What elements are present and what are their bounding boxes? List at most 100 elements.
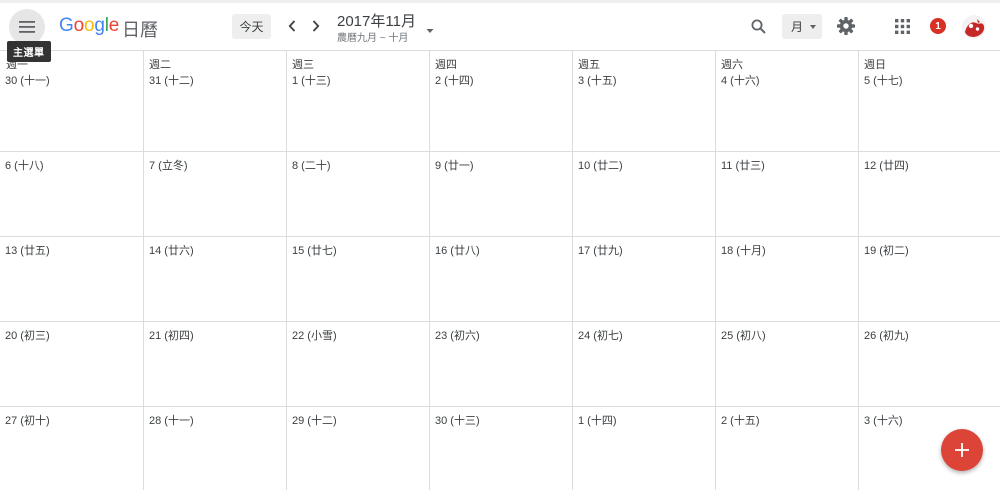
day-number[interactable]: 13 (廿五) [5, 242, 50, 258]
day-number[interactable]: 29 (十二) [292, 412, 337, 428]
day-cell[interactable]: 2 (十五) [715, 406, 858, 490]
day-cell[interactable]: 18 (十月) [715, 236, 858, 321]
day-cell[interactable]: 19 (初二) [858, 236, 1000, 321]
day-cell[interactable]: 17 (廿九) [572, 236, 715, 321]
weekday-header: 週五 [578, 59, 600, 71]
day-number[interactable]: 5 (十七) [864, 72, 903, 88]
logo-letter: G [59, 15, 74, 36]
day-cell[interactable]: 週一 30 (十一) [0, 51, 143, 151]
day-number[interactable]: 10 (廿二) [578, 157, 623, 173]
day-number[interactable]: 15 (廿七) [292, 242, 337, 258]
weekday-header: 週二 [149, 59, 171, 71]
day-number[interactable]: 14 (廿六) [149, 242, 194, 258]
day-cell[interactable]: 6 (十八) [0, 151, 143, 236]
day-number[interactable]: 18 (十月) [721, 242, 766, 258]
day-cell[interactable]: 15 (廿七) [286, 236, 429, 321]
day-number[interactable]: 22 (小雪) [292, 327, 337, 343]
day-cell[interactable]: 30 (十三) [429, 406, 572, 490]
day-cell[interactable]: 週六 4 (十六) [715, 51, 858, 151]
day-number[interactable]: 30 (十一) [5, 72, 50, 88]
avatar-image [962, 15, 986, 39]
logo-letter: o [73, 15, 85, 36]
day-number[interactable]: 7 (立冬) [149, 157, 188, 173]
view-selector[interactable]: 月 [782, 14, 822, 39]
account-avatar[interactable] [962, 15, 986, 39]
day-number[interactable]: 16 (廿八) [435, 242, 480, 258]
day-cell[interactable]: 13 (廿五) [0, 236, 143, 321]
create-event-button[interactable] [941, 429, 983, 471]
day-number[interactable]: 2 (十五) [721, 412, 760, 428]
day-cell[interactable]: 週四 2 (十四) [429, 51, 572, 151]
day-number[interactable]: 23 (初六) [435, 327, 480, 343]
day-cell[interactable]: 20 (初三) [0, 321, 143, 406]
gear-icon [837, 17, 855, 35]
day-number[interactable]: 11 (廿三) [721, 157, 765, 173]
day-number[interactable]: 17 (廿九) [578, 242, 623, 258]
today-button[interactable]: 今天 [232, 14, 271, 39]
menu-tooltip: 主選單 [7, 41, 51, 62]
day-cell[interactable]: 週三 1 (十三) [286, 51, 429, 151]
app-header: Google 日曆 今天 2017年11月 農曆九月 ~ 十月 月 1 [0, 3, 1000, 50]
search-button[interactable] [747, 15, 769, 37]
day-cell[interactable]: 26 (初九) [858, 321, 1000, 406]
day-cell[interactable]: 25 (初八) [715, 321, 858, 406]
day-cell[interactable]: 16 (廿八) [429, 236, 572, 321]
hamburger-menu-icon [19, 21, 35, 33]
logo-letter: g [94, 15, 105, 36]
day-cell[interactable]: 8 (二十) [286, 151, 429, 236]
day-cell[interactable]: 28 (十一) [143, 406, 286, 490]
day-number[interactable]: 27 (初十) [5, 412, 50, 428]
caret-down-icon [810, 25, 816, 29]
day-cell[interactable]: 24 (初七) [572, 321, 715, 406]
day-number[interactable]: 1 (十四) [578, 412, 617, 428]
weekday-header: 週四 [435, 59, 457, 71]
day-number[interactable]: 3 (十五) [578, 72, 617, 88]
day-number[interactable]: 6 (十八) [5, 157, 44, 173]
day-cell[interactable]: 週五 3 (十五) [572, 51, 715, 151]
main-menu-button[interactable] [9, 9, 45, 45]
day-cell[interactable]: 22 (小雪) [286, 321, 429, 406]
month-grid: 週一 30 (十一) 週二 31 (十二) 週三 1 (十三) 週四 2 (十四) 週五 3 (十… [0, 50, 1000, 490]
day-number[interactable]: 25 (初八) [721, 327, 766, 343]
day-number[interactable]: 20 (初三) [5, 327, 50, 343]
day-number[interactable]: 24 (初七) [578, 327, 623, 343]
day-cell[interactable]: 1 (十四) [572, 406, 715, 490]
day-cell[interactable]: 7 (立冬) [143, 151, 286, 236]
apps-button[interactable] [895, 19, 910, 34]
day-number[interactable]: 4 (十六) [721, 72, 760, 88]
day-number[interactable]: 2 (十四) [435, 72, 474, 88]
settings-button[interactable] [836, 16, 856, 36]
day-cell[interactable]: 11 (廿三) [715, 151, 858, 236]
day-number[interactable]: 3 (十六) [864, 412, 903, 428]
day-cell[interactable]: 9 (廿一) [429, 151, 572, 236]
notification-badge[interactable]: 1 [930, 18, 946, 34]
apps-grid-icon [895, 19, 910, 34]
day-cell[interactable]: 27 (初十) [0, 406, 143, 490]
day-cell[interactable]: 21 (初四) [143, 321, 286, 406]
day-cell[interactable]: 12 (廿四) [858, 151, 1000, 236]
day-cell[interactable]: 週二 31 (十二) [143, 51, 286, 151]
day-number[interactable]: 31 (十二) [149, 72, 194, 88]
search-icon [751, 19, 766, 34]
previous-period-button[interactable] [284, 16, 300, 36]
day-number[interactable]: 26 (初九) [864, 327, 909, 343]
day-number[interactable]: 28 (十一) [149, 412, 194, 428]
day-number[interactable]: 30 (十三) [435, 412, 480, 428]
day-number[interactable]: 1 (十三) [292, 72, 331, 88]
next-period-button[interactable] [308, 16, 324, 36]
day-number[interactable]: 12 (廿四) [864, 157, 909, 173]
day-cell[interactable]: 週日 5 (十七) [858, 51, 1000, 151]
date-picker-dropdown[interactable] [425, 23, 435, 33]
google-logo[interactable]: Google [59, 15, 119, 37]
day-number[interactable]: 21 (初四) [149, 327, 194, 343]
plus-icon [955, 443, 969, 457]
lunar-date-subtitle: 農曆九月 ~ 十月 [337, 33, 409, 44]
day-cell[interactable]: 29 (十二) [286, 406, 429, 490]
weekday-header: 週日 [864, 59, 886, 71]
day-cell[interactable]: 23 (初六) [429, 321, 572, 406]
day-number[interactable]: 19 (初二) [864, 242, 909, 258]
day-number[interactable]: 8 (二十) [292, 157, 331, 173]
day-cell[interactable]: 10 (廿二) [572, 151, 715, 236]
day-number[interactable]: 9 (廿一) [435, 157, 474, 173]
day-cell[interactable]: 14 (廿六) [143, 236, 286, 321]
